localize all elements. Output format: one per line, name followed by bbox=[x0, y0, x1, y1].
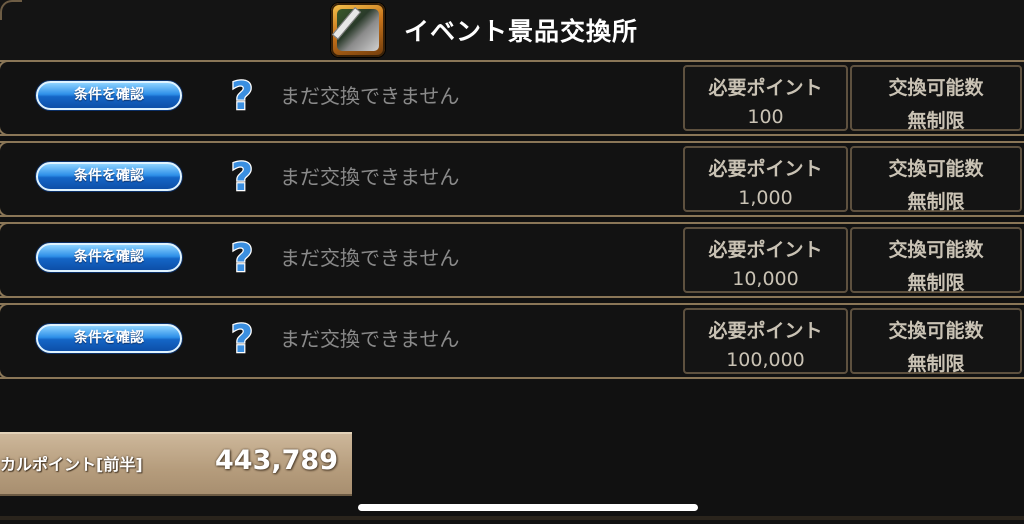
header-bar: イベント景品交換所 bbox=[0, 0, 1024, 60]
header-ornament bbox=[0, 0, 22, 20]
required-points-value: 100 bbox=[747, 106, 784, 128]
home-indicator[interactable] bbox=[358, 504, 698, 511]
required-points-value: 1,000 bbox=[738, 187, 793, 209]
exchange-status-text: まだ交換できません bbox=[280, 165, 460, 189]
exchange-limit-label: 交換可能数 bbox=[888, 77, 984, 99]
svg-text:?: ? bbox=[231, 238, 253, 276]
svg-text:?: ? bbox=[231, 157, 253, 195]
exchange-limit-panel: 交換可能数 無制限 bbox=[850, 146, 1022, 213]
question-mark-icon[interactable]: ? bbox=[225, 76, 259, 114]
exchange-status-text: まだ交換できません bbox=[280, 327, 460, 351]
exchange-limit-value: 無制限 bbox=[907, 272, 965, 294]
exchange-limit-value: 無制限 bbox=[907, 353, 965, 375]
owned-points-display: カルポイント[前半] 443,789 bbox=[0, 432, 352, 496]
reward-row: 条件を確認 ? まだ交換できません 必要ポイント 100 交換可能数 無制限 bbox=[0, 60, 1024, 136]
required-points-label: 必要ポイント bbox=[708, 77, 823, 99]
check-conditions-button[interactable]: 条件を確認 bbox=[36, 162, 182, 191]
check-conditions-button[interactable]: 条件を確認 bbox=[36, 324, 182, 353]
required-points-panel: 必要ポイント 1,000 bbox=[683, 146, 848, 212]
page-title: イベント景品交換所 bbox=[404, 17, 639, 46]
exchange-limit-value: 無制限 bbox=[907, 110, 965, 132]
required-points-panel: 必要ポイント 10,000 bbox=[683, 227, 848, 293]
question-mark-icon[interactable]: ? bbox=[225, 157, 259, 195]
required-points-label: 必要ポイント bbox=[708, 239, 823, 261]
required-points-value: 10,000 bbox=[732, 268, 799, 290]
check-conditions-button[interactable]: 条件を確認 bbox=[36, 243, 182, 272]
svg-text:?: ? bbox=[231, 319, 253, 357]
exchange-limit-value: 無制限 bbox=[907, 191, 965, 213]
required-points-panel: 必要ポイント 100,000 bbox=[683, 308, 848, 374]
exchange-status-text: まだ交換できません bbox=[280, 246, 460, 270]
required-points-label: 必要ポイント bbox=[708, 158, 823, 180]
bottom-divider bbox=[0, 516, 1024, 520]
exchange-limit-label: 交換可能数 bbox=[888, 239, 984, 261]
question-mark-icon[interactable]: ? bbox=[225, 319, 259, 357]
reward-row: 条件を確認 ? まだ交換できません 必要ポイント 100,000 交換可能数 無… bbox=[0, 303, 1024, 379]
question-mark-icon[interactable]: ? bbox=[225, 238, 259, 276]
exchange-limit-panel: 交換可能数 無制限 bbox=[850, 308, 1022, 375]
owned-points-value: 443,789 bbox=[215, 445, 338, 476]
event-exchange-icon bbox=[331, 3, 385, 57]
svg-text:?: ? bbox=[231, 76, 253, 114]
reward-row: 条件を確認 ? まだ交換できません 必要ポイント 10,000 交換可能数 無制… bbox=[0, 222, 1024, 298]
reward-row: 条件を確認 ? まだ交換できません 必要ポイント 1,000 交換可能数 無制限 bbox=[0, 141, 1024, 217]
check-conditions-button[interactable]: 条件を確認 bbox=[36, 81, 182, 110]
required-points-panel: 必要ポイント 100 bbox=[683, 65, 848, 131]
exchange-limit-label: 交換可能数 bbox=[888, 320, 984, 342]
exchange-limit-panel: 交換可能数 無制限 bbox=[850, 227, 1022, 294]
owned-points-label: カルポイント[前半] bbox=[0, 455, 143, 474]
required-points-value: 100,000 bbox=[726, 349, 805, 371]
exchange-limit-panel: 交換可能数 無制限 bbox=[850, 65, 1022, 132]
exchange-limit-label: 交換可能数 bbox=[888, 158, 984, 180]
exchange-status-text: まだ交換できません bbox=[280, 84, 460, 108]
required-points-label: 必要ポイント bbox=[708, 320, 823, 342]
